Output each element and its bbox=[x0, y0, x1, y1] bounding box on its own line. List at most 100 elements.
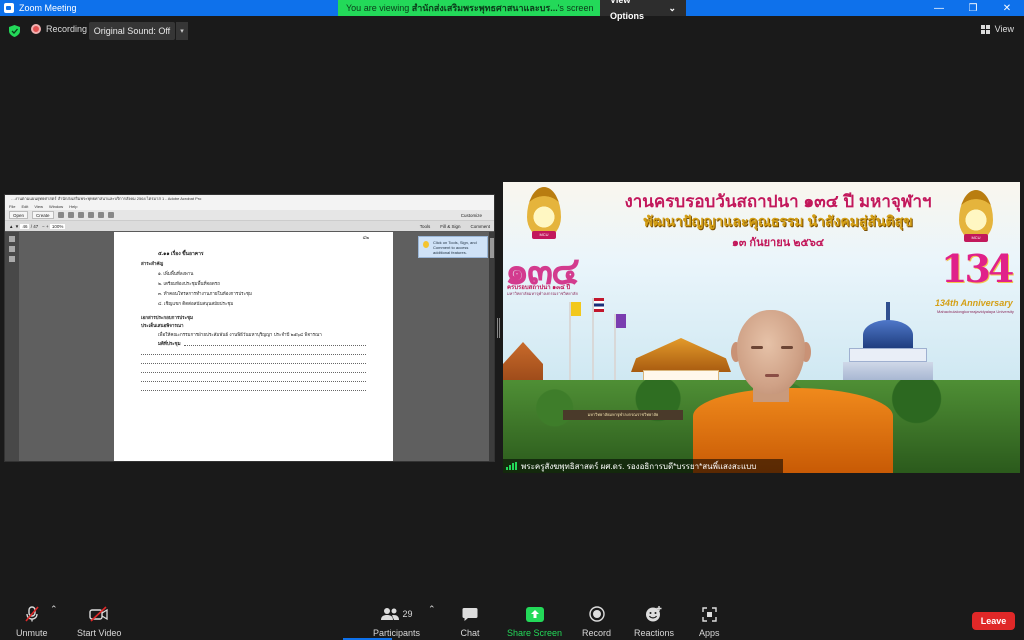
shared-screen-pdf[interactable]: …งานตามแผนยุทธศาสตร์ สำนักส่งเสริมพระพุท… bbox=[4, 194, 495, 462]
apps-icon bbox=[699, 606, 719, 622]
pdf-page: ๔๒ ๕.๑๑ เรื่อง ขึ้นอาคาร สาระสำคัญ ๑. เพ… bbox=[114, 232, 393, 461]
pdf-right-tabs: Tools Fill & Sign Comment bbox=[420, 224, 490, 229]
recording-indicator[interactable]: Recording bbox=[31, 24, 87, 34]
reactions-button[interactable]: Reactions bbox=[634, 606, 674, 638]
participant-count: 29 bbox=[402, 609, 413, 619]
event-motto: พัฒนาปัญญาและคุณธรรม นำสังคมสู่สันติสุข bbox=[643, 213, 913, 229]
viewing-label: You are viewing สำนักส่งเสริมพระพุทธศาสน… bbox=[338, 0, 600, 16]
record-icon bbox=[587, 606, 607, 622]
pdf-menu-view: View bbox=[34, 204, 43, 209]
anniversary-label: 134th Anniversary bbox=[935, 298, 1013, 308]
pdf-zoom-level: 100% bbox=[49, 223, 66, 229]
pdf-create-button: Create bbox=[32, 211, 54, 219]
leave-button[interactable]: Leave bbox=[972, 612, 1015, 630]
view-options-button[interactable]: View Options ⌄ bbox=[600, 0, 686, 21]
chat-button[interactable]: Chat bbox=[460, 606, 480, 638]
share-screen-icon bbox=[525, 606, 545, 622]
record-button[interactable]: Record bbox=[582, 606, 611, 638]
pdf-section-summary: สาระสำคัญ bbox=[141, 261, 164, 266]
pdf-proposal-text: เพื่อให้คณะกรรมการฝ่ายประสัมพันธ์ งานพิธ… bbox=[158, 332, 322, 337]
university-emblem-right: MCU bbox=[959, 190, 993, 248]
meeting-toolbar: Unmute ⌃ Start Video 29 Participants ⌃ C… bbox=[0, 600, 1024, 640]
pdf-toolbar: Open Create Customize bbox=[5, 210, 494, 221]
pdf-heading: ๕.๑๑ เรื่อง ขึ้นอาคาร bbox=[158, 251, 204, 257]
security-shield-icon[interactable] bbox=[9, 25, 20, 37]
start-video-button[interactable]: Start Video bbox=[77, 606, 121, 638]
pdf-item: ๑. เพิ่มพื้นที่ลงพาน bbox=[158, 271, 194, 276]
participant-name: พระครูสังฆพุทธิสาสตร์ ผศ.ดร. รองอธิการบด… bbox=[521, 461, 757, 471]
page-down-icon: ▼ bbox=[14, 223, 20, 229]
chat-icon bbox=[460, 606, 480, 622]
pdf-item: ๒. เตรียมห้องประชุมพื้นที่จอดรถ bbox=[158, 281, 220, 286]
dotted-line bbox=[141, 363, 366, 364]
pdf-item: ๓. ทำคอนโทรลการทำงานภายในห้องการประชุม bbox=[158, 291, 253, 296]
pdf-page-total: / 47 bbox=[30, 223, 39, 229]
dotted-line bbox=[141, 354, 366, 355]
participants-button[interactable]: 29 Participants bbox=[373, 606, 420, 638]
logo-caption-sub: มหาวิทยาลัยมหาจุฬาลงกรณราชวิทยาลัย bbox=[507, 291, 578, 296]
pdf-tab-tools: Tools bbox=[419, 223, 431, 229]
unmute-button[interactable]: Unmute bbox=[16, 606, 48, 638]
video-off-icon bbox=[89, 606, 109, 622]
pdf-item: ๔. เชิญแขก ติดต่อสนับสนุนสมัยประชุม bbox=[158, 301, 234, 306]
zoom-in-icon: + bbox=[45, 223, 49, 229]
dotted-line bbox=[141, 372, 366, 373]
pdf-body: ๔๒ ๕.๑๑ เรื่อง ขึ้นอาคาร สาระสำคัญ ๑. เพ… bbox=[5, 232, 494, 461]
pdf-page-number: ๔๒ bbox=[362, 235, 369, 240]
maximize-button[interactable]: ❐ bbox=[956, 0, 990, 16]
pdf-resolution: มติที่ประชุม bbox=[158, 341, 181, 346]
flag-pole bbox=[569, 302, 581, 387]
close-button[interactable]: ✕ bbox=[990, 0, 1024, 16]
share-screen-button[interactable]: Share Screen bbox=[507, 606, 562, 638]
reactions-smiley-icon bbox=[644, 606, 664, 622]
email-icon bbox=[77, 212, 84, 218]
university-signboard: มหาวิทยาลัยมหาจุฬาลงกรณราชวิทยาลัย bbox=[563, 410, 683, 420]
original-sound-caret-icon[interactable]: ▾ bbox=[176, 22, 188, 40]
view-button[interactable]: View bbox=[980, 24, 1014, 34]
save-icon bbox=[57, 212, 64, 218]
pdf-section-docs: เอกสารประกอบการประชุม bbox=[141, 315, 194, 320]
apps-button[interactable]: Apps bbox=[699, 606, 720, 638]
flag-pole bbox=[614, 314, 626, 389]
anniversary-sub: Mahachulalongkornrajavidyalaya Universit… bbox=[937, 309, 1014, 314]
speaker-monk bbox=[693, 310, 893, 473]
zoom-out-icon: − bbox=[42, 223, 45, 229]
pdf-scrollbar bbox=[489, 232, 494, 461]
pdf-left-pane bbox=[5, 232, 19, 461]
print-icon bbox=[67, 212, 74, 218]
pdf-tab-comment: Comment bbox=[470, 223, 490, 229]
participants-icon: 29 bbox=[377, 606, 417, 622]
pdf-menu-edit: Edit bbox=[21, 204, 29, 209]
pdf-page-current: 46 bbox=[20, 223, 30, 229]
speaker-video[interactable]: MCU MCU งานครบรอบวันสถาปนา ๑๓๔ ปี มหาจุฬ… bbox=[503, 182, 1020, 473]
share-icon bbox=[107, 212, 114, 218]
share-banner: You are viewing สำนักส่งเสริมพระพุทธศาสน… bbox=[338, 0, 686, 21]
pdf-menu-file: File bbox=[9, 204, 16, 209]
minimize-button[interactable]: — bbox=[922, 0, 956, 16]
chevron-down-icon: ⌄ bbox=[668, 3, 676, 13]
original-sound-button[interactable]: Original Sound: Off bbox=[89, 22, 175, 40]
pdf-window-title: …งานตามแผนยุทธศาสตร์ สำนักส่งเสริมพระพุท… bbox=[5, 195, 494, 203]
pdf-tools-hint: Click on Tools, Sign, and Comment to acc… bbox=[418, 236, 488, 258]
pdf-open-button: Open bbox=[9, 211, 29, 219]
participant-name-bar: พระครูสังฆพุทธิสาสตร์ ผศ.ดร. รองอธิการบด… bbox=[503, 459, 783, 473]
pdf-nav-toolbar: ▲ ▼ 46 / 47 − + 100% Tools Fill & Sign C… bbox=[5, 221, 494, 231]
recording-dot-icon bbox=[31, 24, 41, 34]
pages-icon bbox=[9, 236, 15, 242]
comment-icon bbox=[97, 212, 104, 218]
unmute-caret-icon[interactable]: ⌃ bbox=[50, 604, 58, 615]
page-up-icon: ▲ bbox=[9, 223, 14, 229]
pdf-menu-bar: File Edit View Window Help bbox=[5, 203, 494, 210]
participants-caret-icon[interactable]: ⌃ bbox=[428, 604, 436, 615]
signal-strength-icon bbox=[506, 462, 517, 470]
bookmark-icon bbox=[9, 256, 15, 262]
pdf-menu-window: Window bbox=[48, 204, 64, 209]
anniversary-number: 134 bbox=[941, 246, 1014, 291]
split-view-handle[interactable] bbox=[497, 318, 500, 338]
pdf-customize: Customize bbox=[460, 212, 482, 218]
grid-view-icon bbox=[980, 24, 990, 34]
dotted-line bbox=[184, 345, 366, 346]
pdf-section-proposal: ประเด็นเสนอพิจารณา bbox=[141, 323, 184, 328]
dotted-line bbox=[141, 390, 366, 391]
pdf-menu-help: Help bbox=[69, 204, 78, 209]
